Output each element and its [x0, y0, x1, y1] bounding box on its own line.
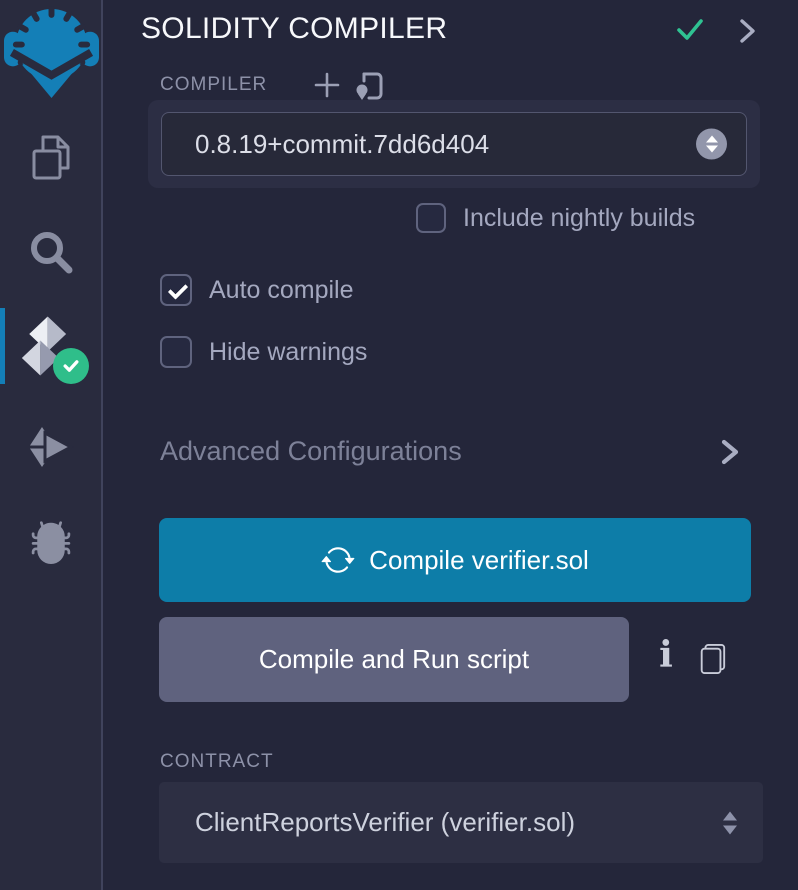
compiler-section-label: COMPILER — [160, 74, 267, 96]
sidebar-item-search[interactable] — [0, 214, 101, 290]
collapse-panel-chevron-icon[interactable] — [734, 16, 760, 51]
file-explorer-icon — [26, 132, 76, 182]
auto-compile-label[interactable]: Auto compile — [209, 276, 354, 305]
sidebar-item-deploy-and-run[interactable] — [0, 409, 101, 485]
remix-logo-icon[interactable] — [4, 3, 99, 98]
hide-warnings-checkbox[interactable] — [160, 336, 192, 368]
compiler-version-value: 0.8.19+commit.7dd6d404 — [195, 129, 489, 160]
sidebar-item-file-explorer[interactable] — [0, 119, 101, 195]
auto-compile-checkbox[interactable] — [160, 274, 192, 306]
sidebar-item-solidity-compiler[interactable] — [0, 308, 101, 384]
hide-warnings-row: Hide warnings — [160, 336, 367, 368]
contract-select-value: ClientReportsVerifier (verifier.sol) — [195, 807, 575, 838]
icon-panel — [0, 0, 103, 890]
compile-button-label: Compile verifier.sol — [369, 545, 589, 576]
sidebar-item-debugger[interactable] — [0, 504, 101, 580]
compiler-version-container: 0.8.19+commit.7dd6d404 — [148, 100, 760, 188]
compilation-status-check-icon — [674, 15, 706, 50]
include-nightly-row: Include nightly builds — [416, 203, 695, 233]
select-arrows-icon — [723, 811, 737, 834]
info-icon[interactable]: i — [654, 634, 678, 676]
compile-button[interactable]: Compile verifier.sol — [159, 518, 751, 602]
hide-warnings-label[interactable]: Hide warnings — [209, 338, 367, 367]
deploy-run-icon — [27, 425, 75, 469]
advanced-configurations-toggle[interactable]: Advanced Configurations — [160, 436, 462, 467]
advanced-configurations-chevron-icon[interactable] — [715, 436, 745, 473]
compile-and-run-label: Compile and Run script — [259, 644, 529, 675]
refresh-icon — [321, 543, 355, 577]
solidity-compiler-panel: SOLIDITY COMPILER COMPILER — [105, 0, 798, 890]
copy-icon[interactable] — [697, 644, 727, 679]
compile-and-run-button[interactable]: Compile and Run script — [159, 617, 629, 702]
check-icon — [61, 356, 81, 376]
debugger-bug-icon — [29, 520, 73, 564]
contract-select[interactable]: ClientReportsVerifier (verifier.sol) — [159, 782, 763, 863]
search-icon — [26, 227, 76, 277]
remix-ide-window: SOLIDITY COMPILER COMPILER — [0, 0, 798, 890]
panel-title: SOLIDITY COMPILER — [141, 12, 447, 46]
contract-section-label: CONTRACT — [160, 751, 274, 773]
include-nightly-checkbox[interactable] — [416, 203, 446, 233]
auto-compile-row: Auto compile — [160, 274, 354, 306]
compiler-version-select[interactable]: 0.8.19+commit.7dd6d404 — [161, 112, 747, 176]
include-nightly-label[interactable]: Include nightly builds — [463, 204, 695, 233]
select-spinner-icon — [696, 129, 727, 160]
compile-success-badge — [53, 348, 89, 384]
